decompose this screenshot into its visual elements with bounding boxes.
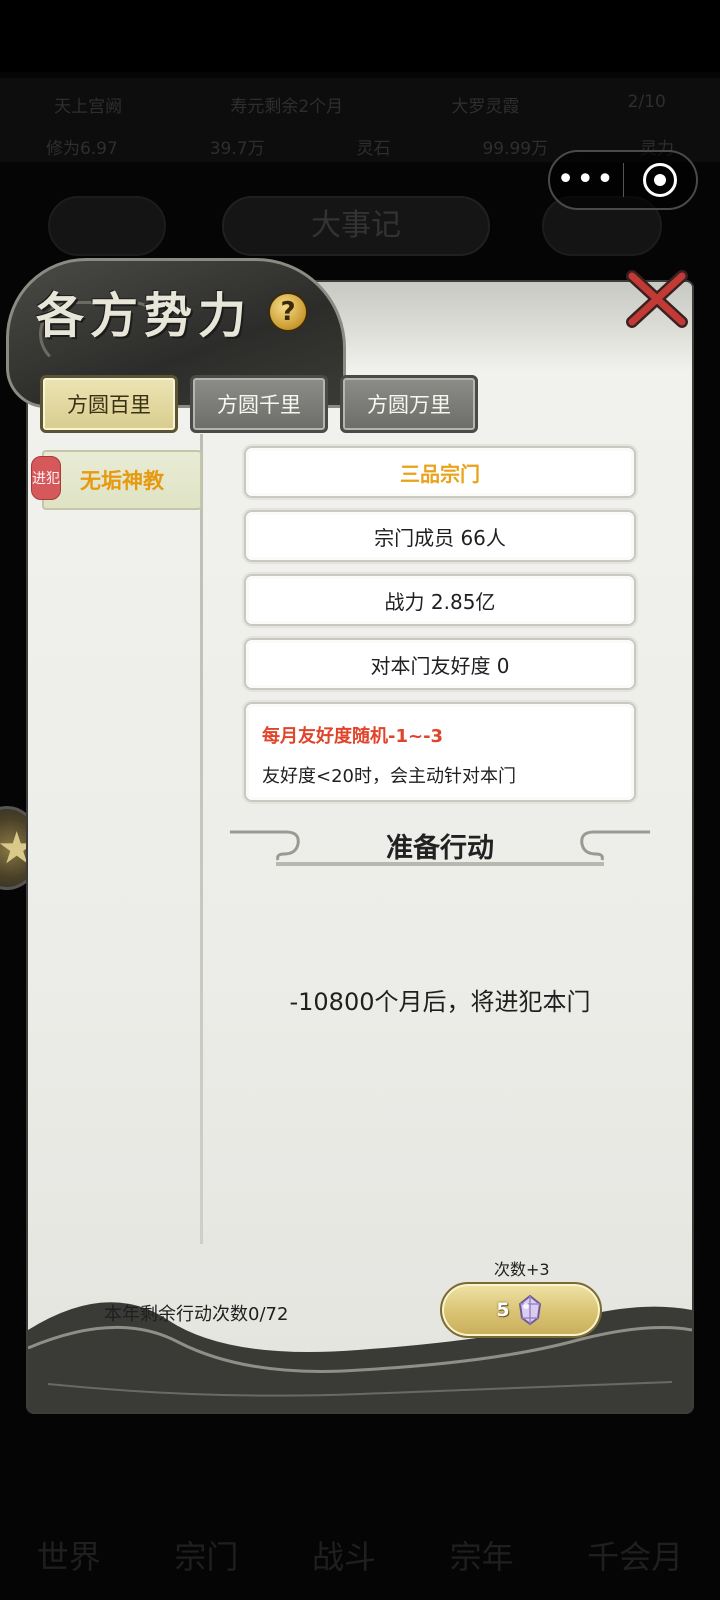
question-mark-icon[interactable]: ? (268, 292, 308, 332)
friendliness-description: 每月友好度随机-1~-3 友好度<20时，会主动针对本门 (244, 702, 636, 802)
sect-members: 宗门成员 66人 (244, 510, 636, 562)
background-title: 大事记 (222, 196, 490, 256)
bg-nav-item: 世界 (36, 1538, 101, 1576)
sect-friendliness: 对本门友好度 0 (244, 638, 636, 690)
bg-nav-item: 宗门 (174, 1538, 239, 1576)
bg-nav-item: 千会月 (587, 1538, 684, 1576)
bg-stat: 99.99万 (482, 139, 549, 159)
background-left-pill (48, 196, 166, 256)
bg-stat: 灵石 (356, 139, 391, 159)
prepare-action-title: 准备行动 (386, 833, 494, 864)
close-x-icon[interactable] (626, 270, 688, 328)
miniprogram-capsule: ••• (548, 150, 698, 210)
remaining-actions: 本年剩余行动次数0/72 (104, 1304, 289, 1325)
background-stats-row: 天上宫阙 寿元剩余2个月 大罗灵霞 2/10 (0, 92, 720, 117)
dialog-title: 各方势力 (36, 288, 253, 344)
add-actions-button[interactable]: 5 (440, 1282, 602, 1338)
section-header-ornament: 准备行动 (230, 822, 650, 878)
bg-nav-item: 宗年 (449, 1538, 514, 1576)
bg-nav-item: 战斗 (311, 1538, 376, 1576)
background-bottom-nav: 世界 宗门 战斗 宗年 千会月 (0, 1450, 720, 1600)
tab-fangyuan-wanli[interactable]: 方圆万里 (340, 375, 478, 433)
sidebar-item-faction[interactable]: 无垢神教 (42, 450, 202, 510)
tab-fangyuan-qianli[interactable]: 方圆千里 (190, 375, 328, 433)
actions-plus-label: 次数+3 (494, 1260, 550, 1279)
bg-stat: 39.7万 (209, 139, 265, 159)
friendliness-rule-text: 友好度<20时，会主动针对本门 (262, 766, 516, 787)
sidebar-divider (200, 434, 203, 1244)
bg-stat: 大罗灵霞 (451, 97, 520, 117)
invade-tag: 进犯 (31, 456, 61, 500)
cost-amount: 5 (496, 1299, 510, 1321)
sidebar-item-label: 无垢神教 (80, 469, 164, 493)
range-tabs: 方圆百里 方圆千里 方圆万里 (40, 375, 478, 433)
target-icon[interactable] (624, 163, 697, 197)
bg-stat: 2/10 (627, 92, 666, 112)
sect-power: 战力 2.85亿 (244, 574, 636, 626)
friendliness-change-text: 每月友好度随机-1~-3 (262, 726, 444, 747)
invasion-countdown: -10800个月后，将进犯本门 (289, 988, 591, 1016)
bg-stat: 修为6.97 (45, 139, 118, 159)
sect-rank: 三品宗门 (244, 446, 636, 498)
status-bar (0, 0, 720, 72)
tab-fangyuan-baili[interactable]: 方圆百里 (40, 375, 178, 433)
bg-stat: 天上宫阙 (54, 97, 123, 117)
spirit-crystal-icon (518, 1294, 541, 1326)
bg-stat: 寿元剩余2个月 (230, 97, 344, 117)
more-dots-icon[interactable]: ••• (550, 165, 623, 195)
